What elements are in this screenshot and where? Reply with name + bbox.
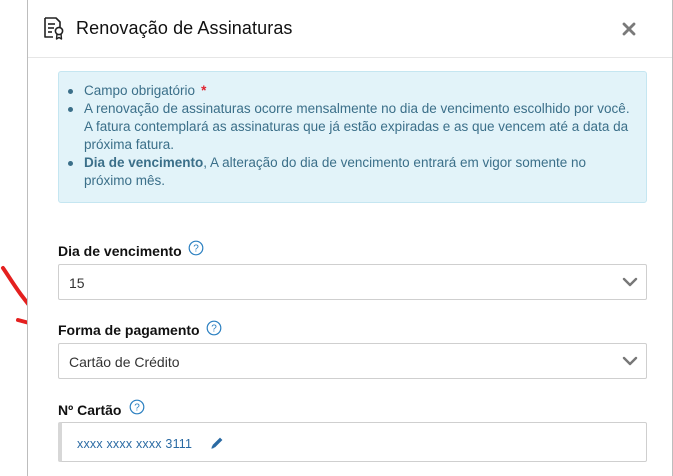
help-icon[interactable]: ?	[206, 320, 222, 336]
payment-method-select[interactable]: Cartão de Crédito	[58, 343, 647, 379]
modal-header: Renovação de Assinaturas	[28, 0, 672, 58]
required-marker: *	[201, 83, 207, 98]
info-alert: Campo obrigatório * A renovação de assina…	[58, 71, 647, 203]
payment-method-label: Forma de pagamento	[58, 322, 200, 338]
close-icon[interactable]	[620, 20, 638, 38]
help-icon[interactable]: ?	[129, 399, 145, 415]
renewal-modal: Renovação de Assinaturas Campo obrigatór…	[27, 0, 673, 476]
pencil-edit-icon[interactable]	[209, 435, 225, 451]
modal-title: Renovação de Assinaturas	[76, 18, 293, 38]
due-day-label: Dia de vencimento	[58, 243, 182, 259]
info-list: Campo obrigatório * A renovação de assina…	[67, 82, 637, 190]
chevron-down-icon	[622, 277, 638, 287]
svg-text:?: ?	[193, 244, 199, 255]
due-day-value: 15	[69, 275, 85, 291]
info-item-required: Campo obrigatório *	[67, 82, 637, 100]
help-icon[interactable]: ?	[188, 240, 204, 256]
info-item-renewal: A renovação de assinaturas ocorre mensal…	[67, 100, 637, 154]
card-number-field: xxxx xxxx xxxx 3111	[58, 422, 647, 462]
chevron-down-icon	[622, 356, 638, 366]
svg-text:?: ?	[211, 324, 217, 335]
svg-text:?: ?	[134, 403, 140, 414]
payment-method-value: Cartão de Crédito	[69, 354, 180, 370]
document-badge-icon	[44, 17, 64, 40]
card-number-label: Nº Cartão	[58, 402, 122, 418]
card-number-value: xxxx xxxx xxxx 3111	[77, 437, 193, 451]
due-day-select[interactable]: 15	[58, 264, 647, 300]
info-item-due-day: Dia de vencimento, A alteração do dia de…	[67, 154, 637, 190]
